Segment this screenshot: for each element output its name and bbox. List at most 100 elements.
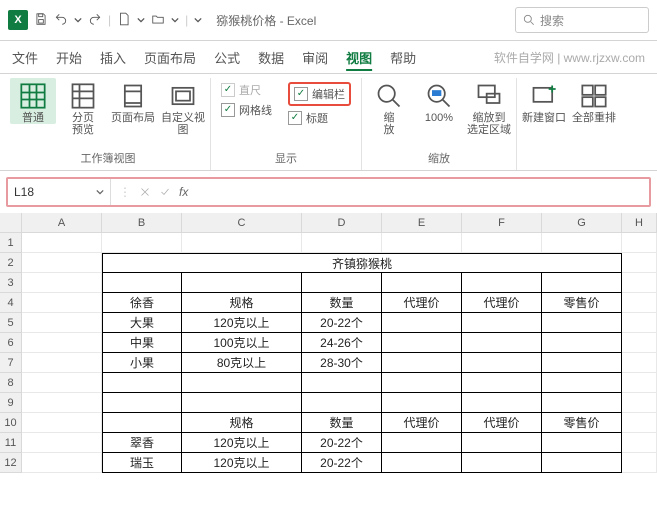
- cell[interactable]: [22, 233, 102, 253]
- cell[interactable]: [462, 333, 542, 353]
- col-header-G[interactable]: G: [542, 213, 622, 233]
- cancel-icon[interactable]: [139, 186, 151, 198]
- col-header-B[interactable]: B: [102, 213, 182, 233]
- cell[interactable]: 规格: [182, 293, 302, 313]
- row-header[interactable]: 4: [0, 293, 22, 313]
- cell[interactable]: [462, 313, 542, 333]
- cell[interactable]: [102, 273, 182, 293]
- cell[interactable]: [22, 333, 102, 353]
- cell[interactable]: [382, 353, 462, 373]
- col-header-C[interactable]: C: [182, 213, 302, 233]
- col-header-D[interactable]: D: [302, 213, 382, 233]
- row-header[interactable]: 10: [0, 413, 22, 433]
- cell[interactable]: 24-26个: [302, 333, 382, 353]
- cell[interactable]: [462, 353, 542, 373]
- tab-view[interactable]: 视图: [346, 48, 372, 67]
- cell[interactable]: [622, 373, 657, 393]
- cell[interactable]: [102, 373, 182, 393]
- cell[interactable]: [462, 453, 542, 473]
- cell[interactable]: [622, 393, 657, 413]
- cell[interactable]: 代理价: [382, 293, 462, 313]
- tab-formulas[interactable]: 公式: [214, 48, 240, 67]
- view-normal-button[interactable]: 普通: [10, 78, 56, 124]
- cell[interactable]: 大果: [102, 313, 182, 333]
- tab-help[interactable]: 帮助: [390, 48, 416, 67]
- view-custom-button[interactable]: 自定义视图: [160, 78, 206, 136]
- zoom-selection-button[interactable]: 缩放到 选定区域: [466, 78, 512, 136]
- col-header-F[interactable]: F: [462, 213, 542, 233]
- cell[interactable]: [22, 353, 102, 373]
- cell[interactable]: [102, 233, 182, 253]
- row-header[interactable]: 6: [0, 333, 22, 353]
- cell[interactable]: [22, 413, 102, 433]
- cell[interactable]: 代理价: [382, 413, 462, 433]
- cell[interactable]: [462, 433, 542, 453]
- cell[interactable]: [382, 273, 462, 293]
- row-header[interactable]: 9: [0, 393, 22, 413]
- cell[interactable]: [542, 273, 622, 293]
- cell[interactable]: [622, 233, 657, 253]
- cell[interactable]: [622, 433, 657, 453]
- cell[interactable]: [102, 393, 182, 413]
- cell[interactable]: [22, 373, 102, 393]
- chevron-down-icon[interactable]: [137, 16, 145, 24]
- select-all-button[interactable]: [0, 213, 22, 233]
- cell[interactable]: [542, 333, 622, 353]
- cell[interactable]: [542, 233, 622, 253]
- cell[interactable]: [622, 353, 657, 373]
- new-file-icon[interactable]: [117, 12, 131, 29]
- cell[interactable]: [542, 313, 622, 333]
- cell[interactable]: [182, 373, 302, 393]
- zoom-button[interactable]: 缩 放: [366, 78, 412, 136]
- cell[interactable]: 代理价: [462, 293, 542, 313]
- cell[interactable]: [22, 313, 102, 333]
- row-header[interactable]: 3: [0, 273, 22, 293]
- chevron-down-icon[interactable]: [171, 16, 179, 24]
- view-pagelayout-button[interactable]: 页面布局: [110, 78, 156, 124]
- cell[interactable]: [542, 433, 622, 453]
- cell[interactable]: 代理价: [462, 413, 542, 433]
- cell[interactable]: [22, 273, 102, 293]
- cell[interactable]: 80克以上: [182, 353, 302, 373]
- cell[interactable]: [622, 273, 657, 293]
- cell[interactable]: 小果: [102, 353, 182, 373]
- cell[interactable]: [542, 353, 622, 373]
- cell[interactable]: [22, 393, 102, 413]
- cell[interactable]: [622, 313, 657, 333]
- cell[interactable]: 120克以上: [182, 453, 302, 473]
- save-icon[interactable]: [34, 12, 48, 29]
- row-header[interactable]: 12: [0, 453, 22, 473]
- enter-icon[interactable]: [159, 186, 171, 198]
- tab-home[interactable]: 开始: [56, 48, 82, 67]
- open-file-icon[interactable]: [151, 12, 165, 29]
- cell[interactable]: 瑞玉: [102, 453, 182, 473]
- cell[interactable]: [302, 393, 382, 413]
- cell[interactable]: [22, 433, 102, 453]
- cell[interactable]: [542, 373, 622, 393]
- cell-merged-title[interactable]: 齐镇猕猴桃: [102, 253, 622, 273]
- fx-icon[interactable]: fx: [179, 185, 188, 199]
- cell[interactable]: [382, 313, 462, 333]
- redo-icon[interactable]: [88, 12, 102, 29]
- tab-review[interactable]: 审阅: [302, 48, 328, 67]
- cell[interactable]: 20-22个: [302, 453, 382, 473]
- cell[interactable]: 20-22个: [302, 433, 382, 453]
- cell[interactable]: [302, 233, 382, 253]
- cell[interactable]: [622, 253, 657, 273]
- cell[interactable]: [462, 273, 542, 293]
- cell[interactable]: 数量: [302, 293, 382, 313]
- tab-data[interactable]: 数据: [258, 48, 284, 67]
- undo-icon[interactable]: [54, 12, 68, 29]
- row-header[interactable]: 1: [0, 233, 22, 253]
- cell[interactable]: [542, 393, 622, 413]
- cell[interactable]: [382, 233, 462, 253]
- cell[interactable]: [622, 413, 657, 433]
- new-window-button[interactable]: 新建窗口: [521, 78, 567, 124]
- cell[interactable]: [102, 413, 182, 433]
- cell[interactable]: 零售价: [542, 413, 622, 433]
- col-header-H[interactable]: H: [622, 213, 657, 233]
- cell[interactable]: 徐香: [102, 293, 182, 313]
- cell[interactable]: 中果: [102, 333, 182, 353]
- cell[interactable]: 20-22个: [302, 313, 382, 333]
- cell[interactable]: [182, 393, 302, 413]
